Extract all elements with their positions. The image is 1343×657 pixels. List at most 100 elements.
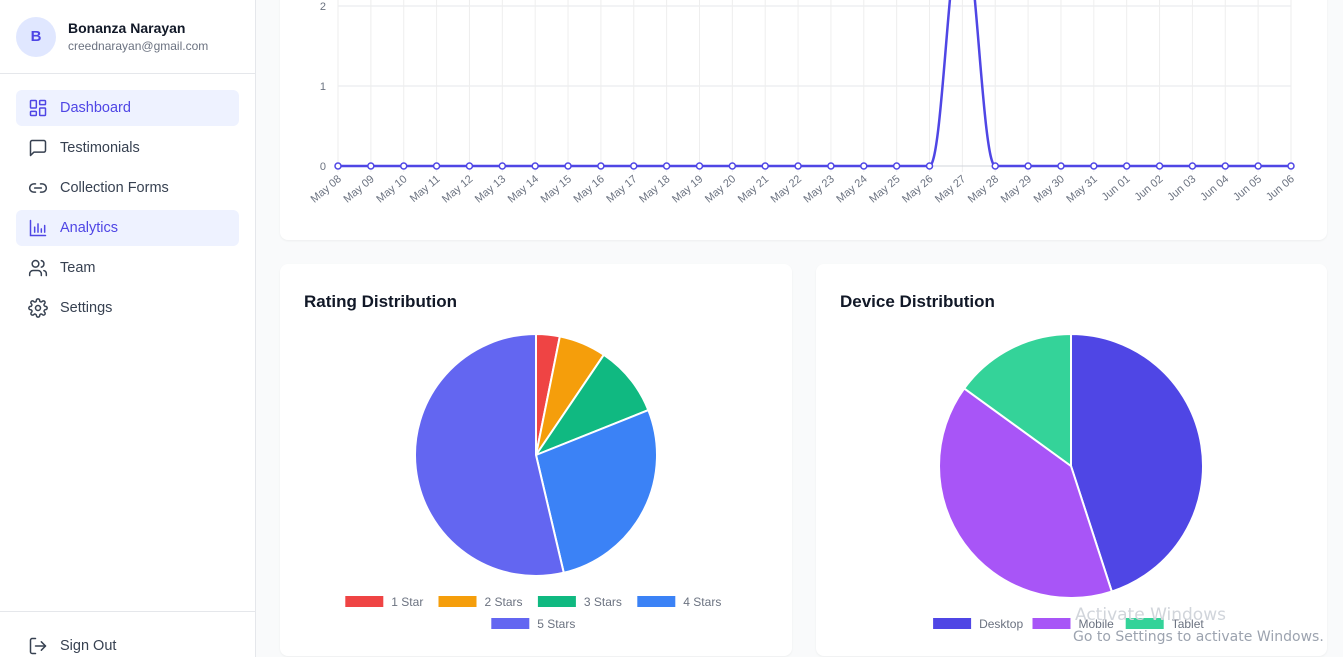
sidebar-item-testimonials[interactable]: Testimonials <box>16 130 239 166</box>
data-point <box>925 162 934 170</box>
device-pie-chart: Desktop Mobile Tablet <box>933 332 1204 631</box>
x-tick-label: May 30 <box>1032 173 1067 205</box>
user-email: creednarayan@gmail.com <box>68 39 209 53</box>
x-tick-label: May 18 <box>637 173 672 205</box>
watermark-line2: Go to Settings to activate Windows. <box>1073 629 1324 645</box>
data-point <box>662 162 671 170</box>
data-point <box>498 162 507 170</box>
x-tick-label: May 11 <box>408 173 443 205</box>
data-point <box>991 162 999 170</box>
data-point <box>597 162 605 170</box>
x-tick-label: May 10 <box>374 173 409 205</box>
legend-swatch <box>345 596 384 607</box>
bar-chart-icon <box>28 218 48 238</box>
legend-swatch <box>537 596 576 607</box>
rating-distribution-card: Rating Distribution 1 Star 2 Stars 3 Stars… <box>280 264 792 656</box>
sidebar-item-analytics[interactable]: Analytics <box>16 210 239 246</box>
legend-label: 4 Stars <box>683 595 721 609</box>
data-point <box>1254 162 1262 170</box>
legend-swatch <box>1032 618 1071 629</box>
windows-activation-watermark: Activate Windows Go to Settings to activ… <box>1073 604 1324 648</box>
x-tick-label: May 19 <box>670 173 705 205</box>
legend-label: 1 Star <box>391 595 423 609</box>
log-out-icon <box>28 636 48 656</box>
sidebar-item-label: Analytics <box>60 220 119 236</box>
x-tick-label: May 22 <box>769 173 804 205</box>
data-point <box>1057 162 1065 170</box>
data-point <box>432 162 441 170</box>
link-icon <box>28 178 48 198</box>
sidebar-item-label: Team <box>60 260 96 276</box>
x-tick-label: May 27 <box>933 173 968 205</box>
data-point <box>860 162 868 170</box>
x-tick-label: Jun 06 <box>1264 173 1297 203</box>
data-point <box>1122 162 1131 170</box>
sidebar-item-collection-forms[interactable]: Collection Forms <box>16 170 239 206</box>
legend-swatch <box>438 596 477 607</box>
x-tick-label: Jun 01 <box>1100 173 1133 203</box>
sidebar-item-dashboard[interactable]: Dashboard <box>16 90 239 126</box>
data-point <box>827 162 835 170</box>
y-tick-label: 2 <box>320 1 326 13</box>
x-tick-label: May 21 <box>736 173 771 205</box>
x-tick-label: May 31 <box>1064 173 1099 205</box>
x-tick-label: May 14 <box>506 173 541 205</box>
device-distribution-card: Device Distribution Desktop Mobile Tablet <box>816 264 1327 656</box>
x-tick-label: May 23 <box>802 173 837 205</box>
testimonials-over-time-card: 0 1 2 May 08 May 09 May 10 May 11 May 12 May 13 M… <box>280 0 1327 240</box>
sidebar-item-label: Dashboard <box>60 100 131 116</box>
x-tick-label: May 16 <box>571 173 606 205</box>
sidebar-footer: Sign Out <box>0 611 255 657</box>
watermark-line1: Activate Windows <box>1075 605 1226 625</box>
line-chart: 012May 08May 09May 10May 11May 12May 13M… <box>309 0 1297 205</box>
dashboard-grid-icon <box>28 98 48 118</box>
x-tick-label: Jun 05 <box>1231 173 1264 203</box>
data-point <box>1155 162 1164 170</box>
series-line <box>338 0 1291 168</box>
sign-out-label: Sign Out <box>60 638 117 654</box>
user-profile: B Bonanza Narayan creednarayan@gmail.com <box>0 0 255 74</box>
data-point <box>399 162 408 170</box>
data-point <box>695 162 704 170</box>
legend-swatch <box>637 596 676 607</box>
legend-swatch <box>933 618 972 629</box>
x-tick-label: May 17 <box>604 173 639 205</box>
data-point <box>1090 162 1098 170</box>
sidebar-item-label: Collection Forms <box>60 180 169 196</box>
sidebar-item-settings[interactable]: Settings <box>16 290 239 326</box>
x-tick-label: May 20 <box>703 173 738 205</box>
sidebar-item-team[interactable]: Team <box>16 250 239 286</box>
rating-pie-chart: 1 Star 2 Stars 3 Stars 4 Stars 5 Stars <box>345 332 721 631</box>
sign-out-button[interactable]: Sign Out <box>16 628 239 657</box>
data-point <box>728 162 737 170</box>
data-point <box>1024 162 1032 170</box>
sidebar-nav: Dashboard Testimonials Collection Forms <box>0 74 255 346</box>
legend-swatch <box>491 618 530 629</box>
message-square-icon <box>28 138 48 158</box>
legend-label: Desktop <box>979 617 1023 631</box>
x-tick-label: Jun 04 <box>1198 173 1231 203</box>
data-point <box>1287 162 1295 170</box>
sidebar-item-label: Testimonials <box>60 140 140 156</box>
y-tick-label: 1 <box>320 81 326 93</box>
data-point <box>465 162 474 170</box>
x-tick-label: Jun 03 <box>1165 173 1198 203</box>
data-point <box>564 162 572 170</box>
data-point <box>892 162 901 170</box>
user-name: Bonanza Narayan <box>68 20 186 36</box>
data-point <box>367 162 375 170</box>
x-tick-label: May 08 <box>309 173 344 205</box>
x-tick-label: May 25 <box>867 173 902 205</box>
gear-icon <box>28 298 48 318</box>
avatar[interactable]: B <box>16 16 56 57</box>
data-point <box>794 162 802 170</box>
data-point <box>334 162 342 170</box>
x-tick-label: May 15 <box>539 173 574 205</box>
data-point <box>1188 162 1197 170</box>
x-tick-label: May 29 <box>999 173 1034 205</box>
data-point <box>531 162 539 170</box>
sidebar: B Bonanza Narayan creednarayan@gmail.com… <box>0 0 256 657</box>
legend-label: 3 Stars <box>584 595 622 609</box>
sidebar-item-label: Settings <box>60 300 113 316</box>
x-tick-label: May 13 <box>473 173 508 205</box>
